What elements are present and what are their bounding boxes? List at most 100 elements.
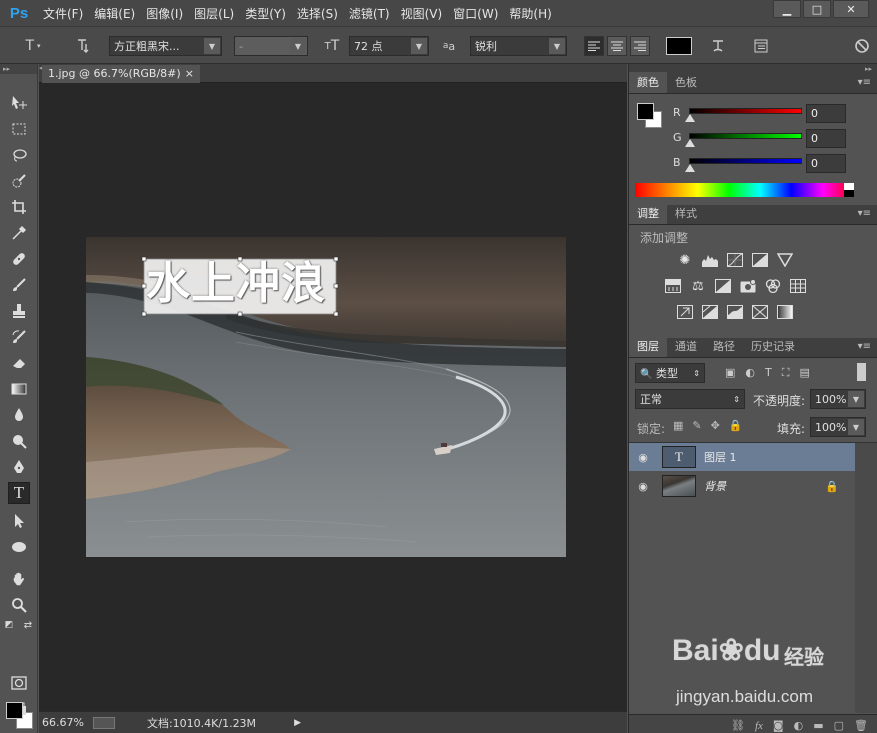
panel-menu-icon[interactable]: ▾≡ — [858, 208, 871, 219]
gradient-map-icon[interactable] — [777, 304, 793, 320]
tab-color[interactable]: 颜色 — [629, 72, 667, 93]
text-color-swatch[interactable] — [666, 37, 692, 55]
tab-history[interactable]: 历史记录 — [743, 336, 803, 357]
eyedropper-tool-icon[interactable] — [8, 222, 30, 244]
zoom-level[interactable]: 66.67% — [42, 716, 84, 729]
menu-type[interactable]: 类型(Y) — [240, 5, 291, 22]
layer-name[interactable]: 图层 1 — [704, 449, 737, 465]
maximize-button[interactable]: □ — [803, 0, 831, 18]
layer-style-icon[interactable]: fx — [755, 720, 763, 732]
panel-menu-icon[interactable]: ▾≡ — [858, 77, 871, 88]
healing-brush-tool-icon[interactable] — [8, 248, 30, 270]
warp-text-icon[interactable] — [707, 36, 729, 56]
crop-tool-icon[interactable] — [8, 196, 30, 218]
spectrum-white[interactable] — [844, 183, 854, 190]
font-size-select[interactable]: 72 点 ▼ — [349, 36, 429, 56]
invert-icon[interactable] — [677, 304, 693, 320]
layer-row-background[interactable]: ◉ 背景 🔒 — [629, 472, 855, 500]
blur-tool-icon[interactable] — [8, 404, 30, 426]
b-value-input[interactable]: 0 — [806, 154, 846, 173]
menu-edit[interactable]: 编辑(E) — [89, 5, 140, 22]
close-tab-icon[interactable]: × — [185, 67, 194, 81]
toggle-text-orientation-icon[interactable] — [72, 36, 94, 56]
menu-select[interactable]: 选择(S) — [292, 5, 343, 22]
canvas-text-layer[interactable]: 水上冲浪 — [146, 257, 338, 311]
g-slider-thumb[interactable] — [685, 139, 695, 147]
vibrance-icon[interactable] — [777, 252, 793, 268]
menu-filter[interactable]: 滤镜(T) — [344, 5, 395, 22]
font-style-select[interactable]: - ▼ — [234, 36, 308, 56]
menu-layer[interactable]: 图层(L) — [189, 5, 239, 22]
type-tool-preset-icon[interactable]: T ▾ — [22, 36, 44, 56]
curves-icon[interactable] — [727, 252, 743, 268]
new-adjustment-icon[interactable]: ◐ — [794, 719, 804, 732]
pen-tool-icon[interactable] — [8, 456, 30, 478]
layer-name[interactable]: 背景 — [704, 478, 726, 494]
tab-styles[interactable]: 样式 — [667, 203, 705, 224]
menu-window[interactable]: 窗口(W) — [448, 5, 503, 22]
selective-color-icon[interactable] — [752, 304, 768, 320]
character-panel-icon[interactable] — [750, 36, 772, 56]
lock-move-icon[interactable]: ✥ — [711, 419, 720, 432]
blend-mode-select[interactable]: 正常 ⇕ — [635, 389, 745, 409]
r-slider-thumb[interactable] — [685, 114, 695, 122]
marquee-tool-icon[interactable] — [8, 118, 30, 140]
foreground-color-swatch[interactable] — [6, 702, 23, 719]
new-layer-icon[interactable]: ▢ — [834, 719, 844, 732]
image-canvas[interactable]: 水上冲浪 — [86, 237, 566, 557]
spectrum-black[interactable] — [844, 190, 854, 197]
close-button[interactable]: ✕ — [833, 0, 869, 18]
color-balance-icon[interactable]: ⚖ — [690, 278, 706, 294]
menu-view[interactable]: 视图(V) — [396, 5, 448, 22]
minimize-button[interactable]: ▁ — [773, 0, 801, 18]
tab-channels[interactable]: 通道 — [667, 336, 705, 357]
cancel-edit-icon[interactable] — [851, 36, 873, 56]
type-tool-icon[interactable]: T — [8, 482, 30, 504]
panel-menu-icon[interactable]: ▾≡ — [858, 341, 871, 352]
align-right-button[interactable] — [630, 36, 650, 56]
layer-row-text[interactable]: ◉ T 图层 1 — [629, 443, 855, 471]
photo-filter-icon[interactable] — [740, 278, 756, 294]
levels-icon[interactable] — [702, 252, 718, 268]
filter-pixel-icon[interactable]: ▣ — [725, 366, 735, 380]
tab-layers[interactable]: 图层 — [629, 336, 667, 357]
black-white-icon[interactable] — [715, 278, 731, 294]
color-lookup-icon[interactable] — [790, 278, 806, 294]
add-mask-icon[interactable]: ◙ — [773, 719, 784, 732]
layer-filter-select[interactable]: 🔍 类型 ⇕ — [635, 363, 705, 383]
hand-tool-icon[interactable] — [8, 568, 30, 590]
eye-icon[interactable]: ◉ — [633, 480, 653, 493]
history-brush-tool-icon[interactable] — [8, 326, 30, 348]
tab-paths[interactable]: 路径 — [705, 336, 743, 357]
stamp-tool-icon[interactable] — [8, 300, 30, 322]
r-value-input[interactable]: 0 — [806, 104, 846, 123]
r-slider-track[interactable] — [689, 108, 802, 114]
opacity-input[interactable]: 100% ▼ — [810, 389, 866, 409]
menu-file[interactable]: 文件(F) — [38, 5, 88, 22]
brush-tool-icon[interactable] — [8, 274, 30, 296]
status-icon[interactable] — [92, 716, 115, 729]
lock-all-icon[interactable]: 🔒 — [729, 419, 743, 432]
posterize-icon[interactable] — [702, 304, 718, 320]
g-slider-track[interactable] — [689, 133, 802, 139]
lock-brush-icon[interactable]: ✎ — [692, 419, 701, 432]
align-left-button[interactable] — [584, 36, 604, 56]
delete-layer-icon[interactable]: 🗑 — [854, 719, 868, 732]
b-slider-thumb[interactable] — [685, 164, 695, 172]
eraser-tool-icon[interactable] — [8, 352, 30, 374]
brightness-icon[interactable]: ✺ — [677, 252, 693, 268]
filter-smart-object-icon[interactable]: ▤ — [799, 366, 809, 380]
gradient-tool-icon[interactable] — [8, 378, 30, 400]
move-tool-icon[interactable] — [8, 92, 30, 114]
lasso-tool-icon[interactable] — [8, 144, 30, 166]
ellipse-tool-icon[interactable] — [8, 536, 30, 558]
swap-colors-icon[interactable]: ⇄ — [22, 619, 34, 631]
filter-adjustment-icon[interactable]: ◐ — [745, 366, 755, 380]
threshold-icon[interactable] — [727, 304, 743, 320]
filter-type-icon[interactable]: T — [765, 366, 772, 380]
eye-icon[interactable]: ◉ — [633, 451, 653, 464]
g-value-input[interactable]: 0 — [806, 129, 846, 148]
channel-mixer-icon[interactable] — [765, 278, 781, 294]
tab-swatches[interactable]: 色板 — [667, 72, 705, 93]
path-selection-tool-icon[interactable] — [8, 510, 30, 532]
